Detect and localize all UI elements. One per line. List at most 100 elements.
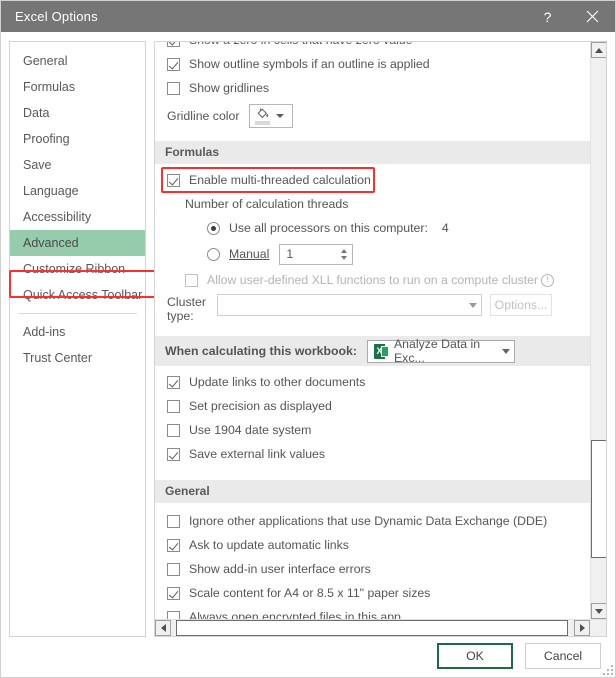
option-label: Ignore other applications that use Dynam… <box>189 514 548 528</box>
chevron-down-icon[interactable] <box>501 348 510 354</box>
option-set-precision[interactable]: Set precision as displayed <box>155 394 590 418</box>
option-1904-date-system[interactable]: Use 1904 date system <box>155 418 590 442</box>
cluster-options-button: Options... <box>490 294 552 316</box>
checkbox-enable-multithreaded[interactable] <box>167 173 180 187</box>
options-scroll-viewport: Show a zero in cells that have zero valu… <box>155 42 590 619</box>
scroll-up-button[interactable] <box>591 42 606 58</box>
sidebar-item-add-ins[interactable]: Add-ins <box>10 319 145 345</box>
option-label: Always open encrypted files in this app <box>189 610 401 619</box>
sidebar-item-formulas[interactable]: Formulas <box>10 74 145 100</box>
option-allow-xll-cluster: Allow user-defined XLL functions to run … <box>155 268 590 292</box>
option-label: Show add-in user interface errors <box>189 562 371 576</box>
gridline-color-button[interactable] <box>249 104 294 128</box>
checkbox-always-open-encrypted[interactable] <box>167 610 180 619</box>
dialog-body: General Formulas Data Proofing Save Lang… <box>1 32 615 637</box>
sidebar-item-quick-access-toolbar[interactable]: Quick Access Toolbar <box>10 282 145 308</box>
checkbox-scale-content[interactable] <box>167 586 180 600</box>
sidebar-item-proofing[interactable]: Proofing <box>10 126 145 152</box>
option-always-open-encrypted[interactable]: Always open encrypted files in this app <box>155 605 590 619</box>
sidebar-item-accessibility[interactable]: Accessibility <box>10 204 145 230</box>
option-label: Update links to other documents <box>189 375 366 389</box>
arrow-down-icon <box>595 608 603 614</box>
vertical-scrollbar[interactable] <box>590 42 606 619</box>
checkbox-update-links[interactable] <box>167 375 180 389</box>
option-show-addin-errors[interactable]: Show add-in user interface errors <box>155 557 590 581</box>
horizontal-scrollbar[interactable] <box>155 619 606 636</box>
manual-threads-stepper[interactable]: 1 <box>279 243 354 265</box>
option-show-zero-values[interactable]: Show a zero in cells that have zero valu… <box>155 42 590 52</box>
option-label: Show a zero in cells that have zero valu… <box>189 42 413 47</box>
sidebar-nav: General Formulas Data Proofing Save Lang… <box>9 41 156 637</box>
option-label: Allow user-defined XLL functions to run … <box>207 273 539 287</box>
scroll-down-button[interactable] <box>591 603 606 619</box>
arrow-right-icon <box>579 624 585 632</box>
options-content: Show a zero in cells that have zero valu… <box>155 42 590 619</box>
checkbox-show-zero-values[interactable] <box>167 42 180 47</box>
sidebar-item-trust-center[interactable]: Trust Center <box>10 345 145 371</box>
option-label: Show gridlines <box>189 81 269 95</box>
cluster-type-dropdown <box>217 294 482 316</box>
scroll-right-button[interactable] <box>574 620 590 636</box>
option-label: Scale content for A4 or 8.5 x 11" paper … <box>189 586 431 600</box>
gridline-color-row: Gridline color <box>155 100 590 132</box>
stepper-arrows[interactable] <box>336 248 352 260</box>
cluster-type-label: Cluster type: <box>167 295 206 323</box>
sidebar-item-save[interactable]: Save <box>10 152 145 178</box>
excel-options-dialog: Excel Options ? General Formulas Data Pr… <box>0 0 616 678</box>
stepper-up-icon[interactable] <box>341 248 348 253</box>
checkbox-show-addin-errors[interactable] <box>167 562 180 576</box>
close-icon[interactable] <box>570 1 615 32</box>
calculation-threads-label: Number of calculation threads <box>185 197 349 211</box>
option-label: Ask to update automatic links <box>189 538 349 552</box>
checkbox-show-gridlines[interactable] <box>167 81 180 95</box>
scroll-left-button[interactable] <box>155 620 171 636</box>
vertical-scrollbar-thumb[interactable] <box>591 440 606 558</box>
option-show-outline-symbols[interactable]: Show outline symbols if an outline is ap… <box>155 52 590 76</box>
title-bar: Excel Options ? <box>1 1 615 32</box>
cancel-button[interactable]: Cancel <box>525 643 601 669</box>
ok-button[interactable]: OK <box>437 643 513 669</box>
radio-manual-threads[interactable] <box>207 247 220 261</box>
option-label: Manual <box>229 247 270 261</box>
checkbox-show-outline-symbols[interactable] <box>167 57 180 71</box>
resize-grip[interactable] <box>601 663 613 675</box>
checkbox-1904-date-system[interactable] <box>167 423 180 437</box>
sidebar-item-data[interactable]: Data <box>10 100 145 126</box>
help-icon[interactable]: ? <box>525 1 570 32</box>
workbook-selector-dropdown[interactable]: X Analyze Data in Exc... <box>366 337 515 365</box>
option-ask-update-links[interactable]: Ask to update automatic links <box>155 533 590 557</box>
selected-workbook-name: Analyze Data in Exc... <box>393 337 481 365</box>
gridline-color-label: Gridline color <box>167 109 240 123</box>
threads-label-row: Number of calculation threads <box>155 192 590 216</box>
processor-count: 4 <box>441 221 449 235</box>
option-label: Set precision as displayed <box>189 399 332 413</box>
option-save-external-links[interactable]: Save external link values <box>155 442 590 466</box>
cluster-type-row: Cluster type: Options... <box>155 294 590 328</box>
radio-use-all-processors[interactable] <box>207 221 220 235</box>
gridline-color-swatch <box>254 121 270 125</box>
option-enable-multithreaded[interactable]: Enable multi-threaded calculation <box>155 168 590 192</box>
option-label: Use 1904 date system <box>189 423 312 437</box>
horizontal-scrollbar-thumb[interactable] <box>176 620 568 636</box>
sidebar-item-language[interactable]: Language <box>10 178 145 204</box>
chevron-down-icon[interactable] <box>276 114 285 118</box>
checkbox-ask-update-links[interactable] <box>167 538 180 552</box>
checkbox-allow-xll-cluster <box>185 273 198 287</box>
dialog-footer: OK Cancel <box>1 635 615 677</box>
sidebar-divider <box>18 313 137 314</box>
option-use-all-processors[interactable]: Use all processors on this computer: 4 <box>155 216 590 240</box>
sidebar-item-advanced[interactable]: Advanced <box>10 230 145 256</box>
chevron-down-icon <box>469 302 477 308</box>
sidebar-item-customize-ribbon[interactable]: Customize Ribbon <box>10 256 145 282</box>
option-scale-content[interactable]: Scale content for A4 or 8.5 x 11" paper … <box>155 581 590 605</box>
option-ignore-dde[interactable]: Ignore other applications that use Dynam… <box>155 509 590 533</box>
info-icon[interactable]: ! <box>541 273 555 287</box>
option-manual-threads[interactable]: Manual 1 <box>155 240 590 268</box>
option-update-links[interactable]: Update links to other documents <box>155 370 590 394</box>
option-show-gridlines[interactable]: Show gridlines <box>155 76 590 100</box>
checkbox-ignore-dde[interactable] <box>167 514 180 528</box>
sidebar-item-general[interactable]: General <box>10 48 145 74</box>
checkbox-save-external-links[interactable] <box>167 447 180 461</box>
stepper-down-icon[interactable] <box>341 255 348 260</box>
checkbox-set-precision[interactable] <box>167 399 180 413</box>
